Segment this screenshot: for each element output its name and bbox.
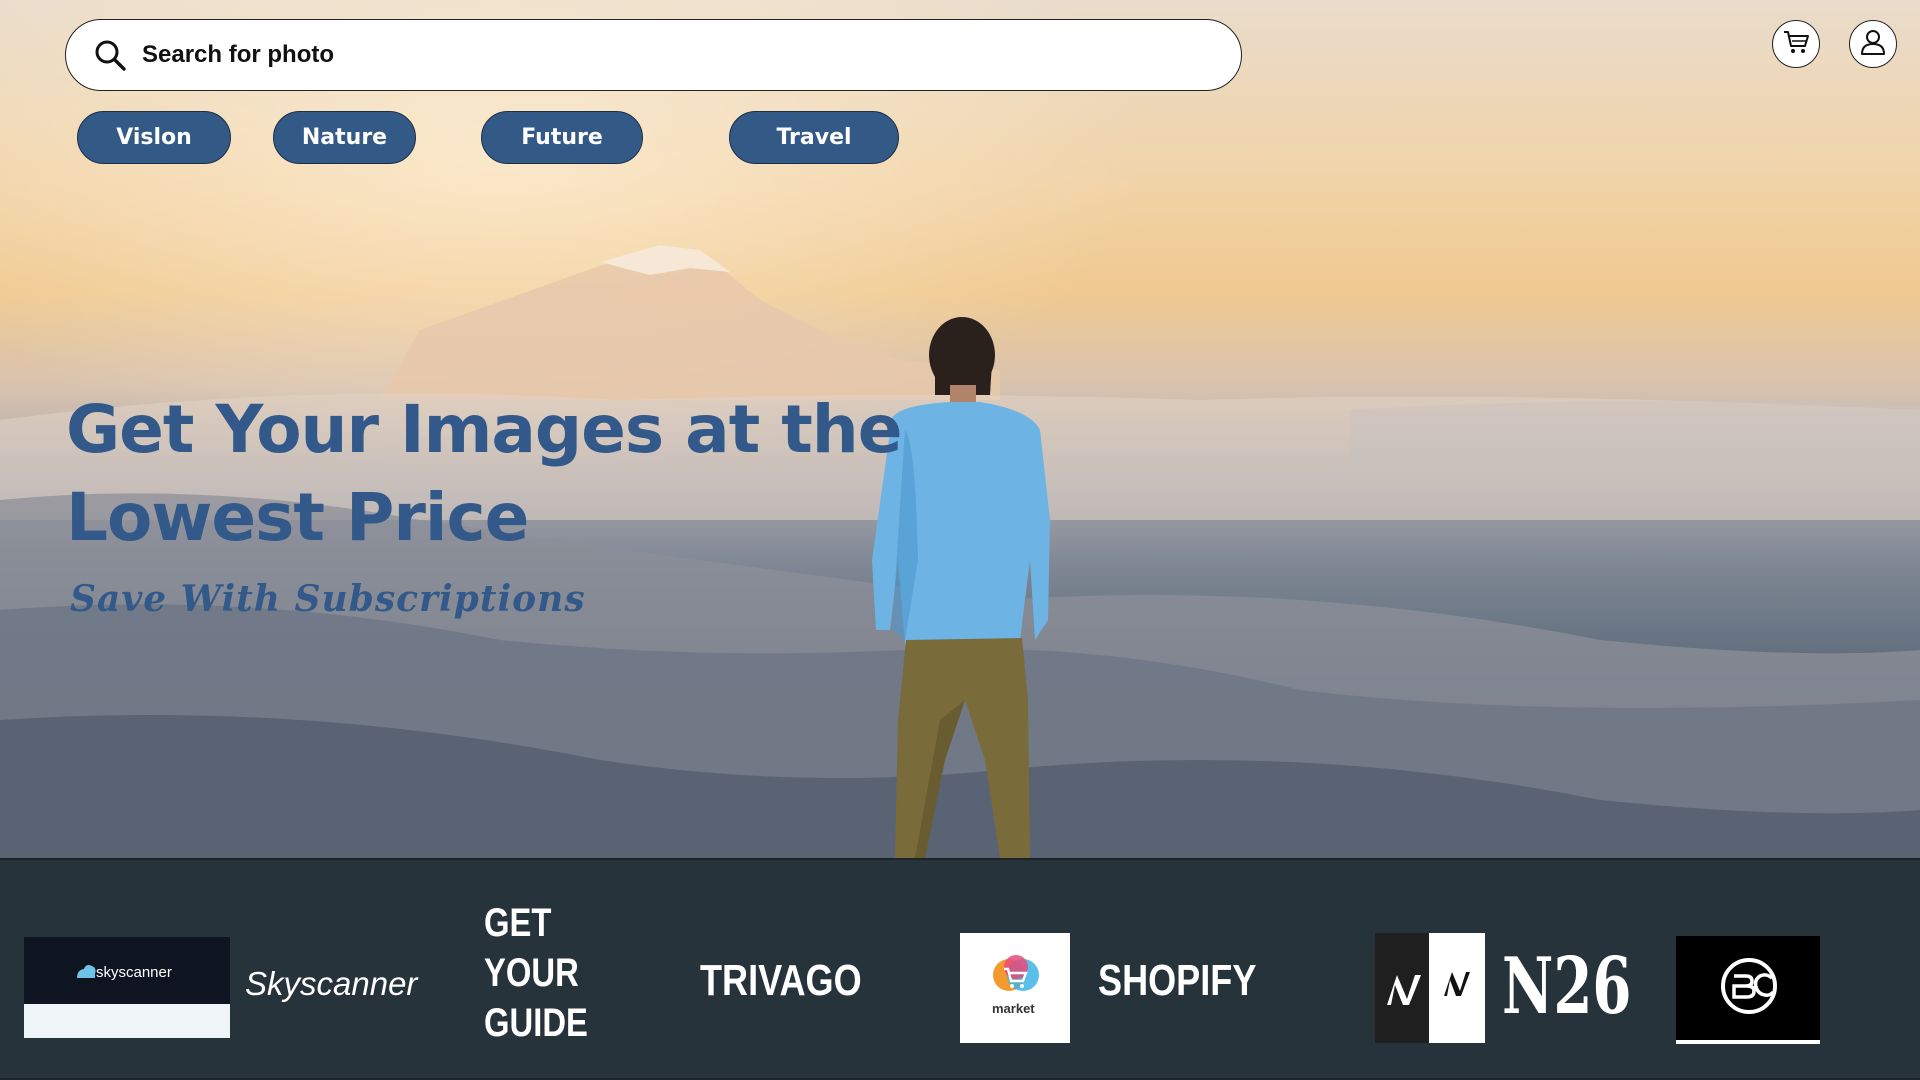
search-input[interactable] <box>140 24 1241 86</box>
account-button[interactable] <box>1849 20 1897 68</box>
trivago-logo[interactable]: TRIVAGO <box>700 956 862 1006</box>
cart-button[interactable] <box>1772 20 1820 68</box>
getyourguide-line-1: GET <box>484 901 552 945</box>
getyourguide-line-2: YOUR <box>484 951 579 995</box>
headline-line-1: Get Your Images at the <box>66 391 903 468</box>
n-letter-icon <box>1444 972 1470 996</box>
partner-logo-strip: skyscanner Skyscanner GET YOUR GUIDE TRI… <box>0 858 1920 1080</box>
shopify-logo[interactable]: SHOPIFY <box>1098 956 1256 1006</box>
n-letter-icon <box>1387 975 1421 1005</box>
shopping-cart-icon <box>993 955 1039 991</box>
cart-icon <box>1782 28 1810 61</box>
hero-tagline: Save With Subscriptions <box>70 578 586 620</box>
n-card-panel <box>1429 933 1485 1043</box>
n-brand-logo[interactable] <box>1375 933 1485 1043</box>
market-logo-text: market <box>992 1001 1035 1016</box>
category-chip-future[interactable]: Future <box>481 111 643 164</box>
category-chip-travel[interactable]: Travel <box>729 111 899 164</box>
skyscanner-name: Skyscanner <box>245 965 418 1002</box>
search-icon[interactable] <box>90 35 130 75</box>
user-icon <box>1859 28 1887 61</box>
chip-label: Travel <box>776 125 852 150</box>
skyscanner-logo[interactable]: skyscanner <box>24 937 230 1038</box>
category-chip-nature[interactable]: Nature <box>273 111 416 164</box>
market-logo[interactable]: market <box>960 933 1070 1043</box>
skyscanner-cloud-icon <box>77 965 96 978</box>
getyourguide-logo[interactable]: GET YOUR GUIDE <box>484 898 611 1048</box>
n26-logo[interactable]: N26 <box>1502 942 1631 1032</box>
headline-line-2: Lowest Price <box>66 479 529 556</box>
skyscanner-logo-text: skyscanner <box>96 964 172 981</box>
chip-label: Nature <box>301 125 388 150</box>
bc-monogram-icon <box>1721 958 1777 1014</box>
getyourguide-line-3: GUIDE <box>484 1001 588 1045</box>
hero-headline: Get Your Images at the Lowest Price <box>66 386 966 562</box>
search-bar[interactable] <box>65 19 1242 91</box>
chip-label: Future <box>521 125 603 150</box>
skyscanner-snow <box>24 1004 230 1038</box>
category-chip-vislon[interactable]: Vislon <box>77 111 231 164</box>
chip-label: Vislon <box>116 125 192 150</box>
bc-logo[interactable] <box>1676 936 1820 1044</box>
